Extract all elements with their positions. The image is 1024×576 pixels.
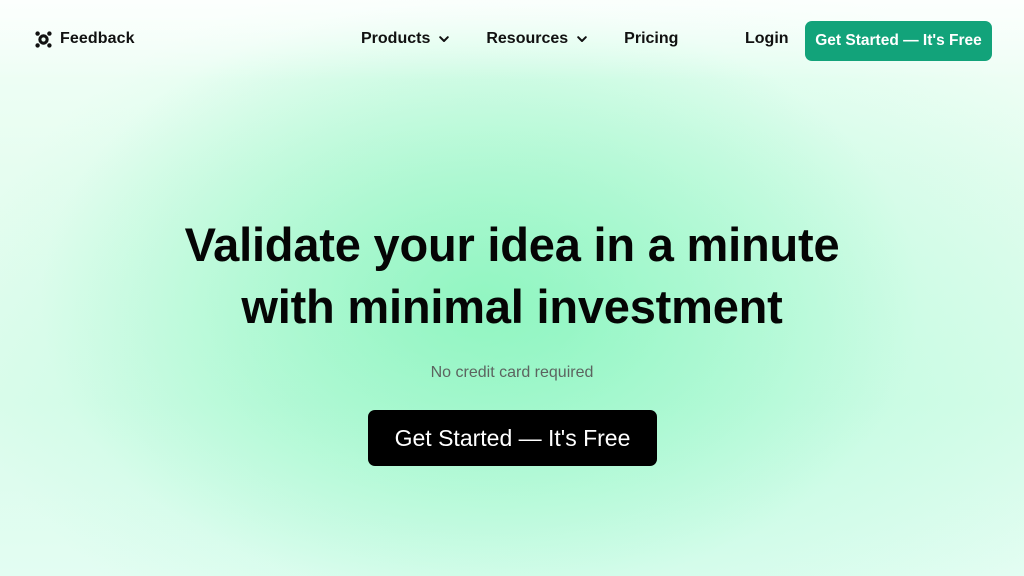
hero-title-line-2: with minimal investment bbox=[241, 280, 783, 333]
main-nav: Products Resources Pricing bbox=[361, 30, 678, 48]
header-get-started-button[interactable]: Get Started — It's Free bbox=[805, 21, 992, 61]
hero-get-started-button[interactable]: Get Started — It's Free bbox=[368, 410, 657, 466]
site-header: Feedback Products Resources Pricing Logi… bbox=[0, 0, 1024, 82]
brand-logo-link[interactable]: Feedback bbox=[35, 30, 135, 48]
nav-item-label: Resources bbox=[486, 30, 569, 47]
nav-item-label: Products bbox=[361, 30, 431, 47]
feedback-logo-icon bbox=[35, 30, 52, 48]
brand-name: Feedback bbox=[60, 30, 135, 47]
nav-item-products[interactable]: Products bbox=[361, 30, 450, 48]
hero-title: Validate your idea in a minute with mini… bbox=[0, 214, 1024, 338]
nav-item-resources[interactable]: Resources bbox=[486, 30, 588, 48]
login-link[interactable]: Login bbox=[745, 30, 789, 48]
hero-subtitle: No credit card required bbox=[430, 364, 594, 381]
hero-title-line-1: Validate your idea in a minute bbox=[184, 218, 840, 271]
chevron-down-icon bbox=[439, 36, 450, 42]
chevron-down-icon bbox=[577, 36, 587, 42]
nav-item-label: Pricing bbox=[624, 30, 679, 47]
nav-item-pricing[interactable]: Pricing bbox=[624, 30, 678, 48]
